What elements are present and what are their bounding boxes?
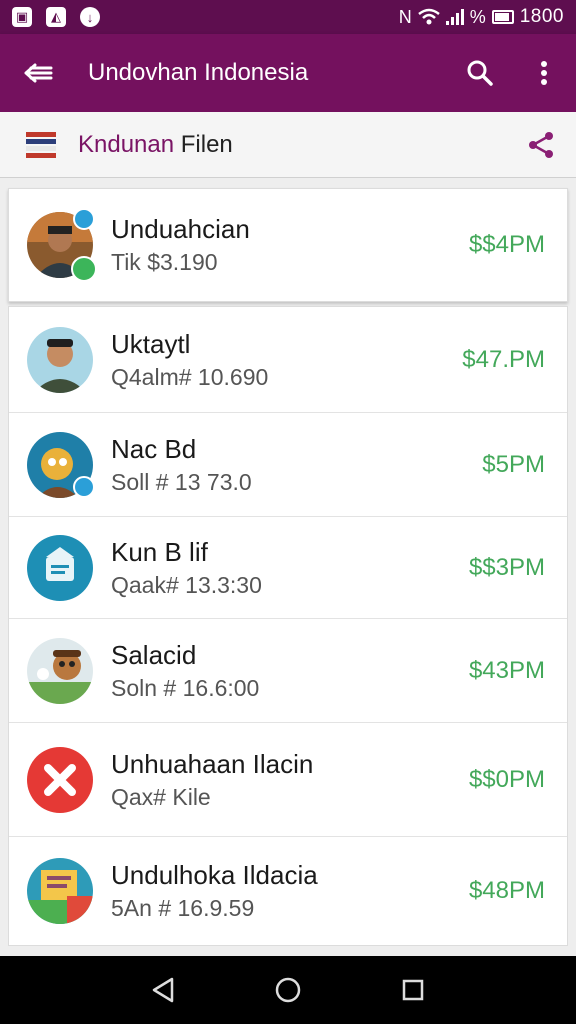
avatar [27, 534, 93, 601]
item-amount: $47.PM [462, 345, 545, 373]
triangle-back-icon [152, 977, 173, 1003]
gallery-notification-icon: ▣ [12, 7, 32, 27]
back-button[interactable] [0, 34, 76, 112]
list-item[interactable]: Salacid Soln # 16.6:00 $43PM [9, 619, 567, 723]
item-subtitle: Tik $3.190 [111, 249, 218, 275]
verified-badge-icon [73, 475, 95, 498]
item-amount: $5PM [482, 450, 545, 478]
app-title: Undovhan Indonesia [88, 59, 309, 86]
battery-percent: % [469, 6, 486, 27]
app-bar: Undovhan Indonesia [0, 34, 576, 112]
item-amount: $48PM [468, 877, 545, 904]
item-name: Salacid [111, 639, 197, 670]
item-subtitle: Soln # 16.6:00 [111, 674, 260, 701]
more-vert-icon [541, 61, 547, 85]
share-icon [529, 131, 553, 158]
avatar [27, 637, 93, 704]
list-item[interactable]: Unhuahaan Ilacin Qax# Kile $$0PM [9, 723, 567, 837]
item-name: Uktaytl [111, 328, 191, 359]
error-icon [27, 746, 93, 813]
item-amount: $$3PM [468, 553, 545, 581]
item-name: Nac Bd [111, 433, 197, 464]
nav-home-button[interactable] [258, 960, 318, 1020]
avatar [27, 858, 93, 924]
item-subtitle: Q4alm# 10.690 [111, 363, 269, 390]
list-item[interactable]: Kun B lif Qaak# 13.3:30 $$3PM [9, 517, 567, 619]
clock: 1800 [519, 6, 564, 27]
status-bar: ▣ ◭ ↓ N % 1800 [0, 0, 576, 34]
search-icon [467, 60, 493, 86]
list-item[interactable]: Undulhoka Ildacia 5An # 16.9.59 $48PM [9, 837, 567, 945]
section-header: Kndunan Filen [0, 112, 576, 178]
back-arrow-icon [24, 63, 53, 83]
section-title: Kndunan Filen [78, 130, 233, 158]
wifi-icon [417, 8, 440, 25]
item-amount: $$0PM [468, 765, 545, 793]
verified-badge-icon [73, 208, 95, 230]
item-amount: $$4PM [468, 231, 545, 258]
search-button[interactable] [448, 34, 512, 112]
item-amount: $43PM [468, 656, 545, 684]
avatar [27, 431, 95, 498]
signal-icon [445, 9, 464, 25]
item-subtitle: 5An # 16.9.59 [111, 895, 255, 921]
download-notification-icon: ↓ [80, 7, 100, 27]
item-name: Kun B lif [111, 536, 208, 567]
featured-item[interactable]: Unduahcian Tik $3.190 $$4PM [8, 188, 568, 302]
system-navigation-bar [0, 956, 576, 1024]
circle-home-icon [275, 977, 301, 1003]
image-notification-icon: ◭ [46, 7, 66, 27]
overflow-menu-button[interactable] [512, 34, 576, 112]
nav-back-button[interactable] [133, 960, 193, 1020]
item-name: Undulhoka Ildacia [111, 860, 318, 890]
square-recents-icon [403, 979, 424, 1001]
item-name: Unduahcian [111, 214, 250, 244]
share-button[interactable] [506, 112, 576, 178]
list-item[interactable]: Uktaytl Q4alm# 10.690 $47.PM [9, 307, 567, 413]
online-badge-icon [71, 256, 97, 282]
battery-icon [491, 10, 514, 24]
item-subtitle: Qaak# 13.3:30 [111, 571, 262, 598]
flag-icon [26, 131, 56, 158]
avatar [27, 326, 93, 393]
avatar [27, 208, 97, 282]
item-subtitle: Soll # 13 73.0 [111, 468, 252, 495]
item-list: Uktaytl Q4alm# 10.690 $47.PM Nac Bd Soll… [8, 306, 568, 946]
nfc-icon: N [398, 6, 412, 27]
avatar [27, 746, 93, 813]
item-name: Unhuahaan Ilacin [111, 748, 314, 779]
list-item[interactable]: Nac Bd Soll # 13 73.0 $5PM [9, 413, 567, 517]
item-subtitle: Qax# Kile [111, 783, 211, 810]
nav-recents-button[interactable] [383, 960, 443, 1020]
